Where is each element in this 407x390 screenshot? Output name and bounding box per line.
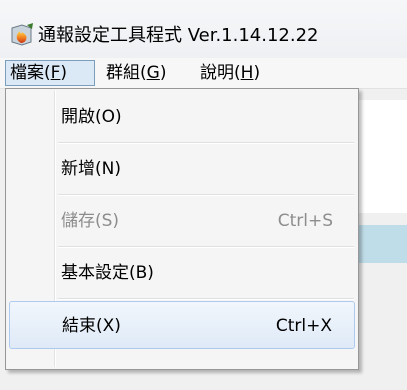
menu-file-accelerator: F	[50, 63, 61, 83]
menu-group-label: 群組(	[106, 63, 147, 83]
menu-item-settings-label: 基本設定(B)	[61, 263, 154, 283]
menu-file-label: 檔案(	[10, 63, 51, 83]
menu-group-close: )	[159, 63, 167, 83]
menu-group[interactable]: 群組(G)	[102, 60, 170, 86]
menu-help-close: )	[253, 63, 261, 83]
menu-file[interactable]: 檔案(F)	[5, 60, 95, 86]
menu-item-save-label: 儲存(S)	[61, 211, 120, 231]
menu-item-new-label: 新增(N)	[61, 159, 121, 179]
menu-bar: 檔案(F) 群組(G) 說明(H)	[0, 58, 407, 89]
menu-help[interactable]: 說明(H)	[196, 60, 264, 86]
file-dropdown-menu: 開啟(O) 新增(N) 儲存(S) Ctrl+S 基本設定(B) 結束(X) C…	[5, 88, 359, 370]
menu-separator	[58, 142, 354, 144]
menu-separator	[58, 298, 354, 300]
menu-help-accelerator: H	[240, 63, 254, 83]
window-title: 通報設定工具程式 Ver.1.14.12.22	[38, 25, 319, 46]
menu-item-save-shortcut: Ctrl+S	[277, 211, 333, 231]
menu-item-new[interactable]: 新增(N)	[9, 145, 355, 193]
menu-item-save: 儲存(S) Ctrl+S	[9, 197, 355, 245]
menu-help-label: 說明(	[200, 63, 241, 83]
menu-separator	[58, 246, 354, 248]
menu-group-accelerator: G	[146, 63, 160, 83]
title-bar: 通報設定工具程式 Ver.1.14.12.22	[0, 0, 407, 58]
menu-separator	[58, 194, 354, 196]
menu-item-open[interactable]: 開啟(O)	[9, 93, 355, 141]
menu-item-exit-label: 結束(X)	[62, 316, 121, 336]
app-icon	[11, 23, 33, 46]
menu-item-settings[interactable]: 基本設定(B)	[9, 249, 355, 297]
menu-item-exit[interactable]: 結束(X) Ctrl+X	[9, 301, 355, 349]
menu-item-exit-shortcut: Ctrl+X	[275, 316, 332, 336]
menu-item-open-label: 開啟(O)	[61, 107, 122, 127]
menu-file-close: )	[60, 63, 68, 83]
